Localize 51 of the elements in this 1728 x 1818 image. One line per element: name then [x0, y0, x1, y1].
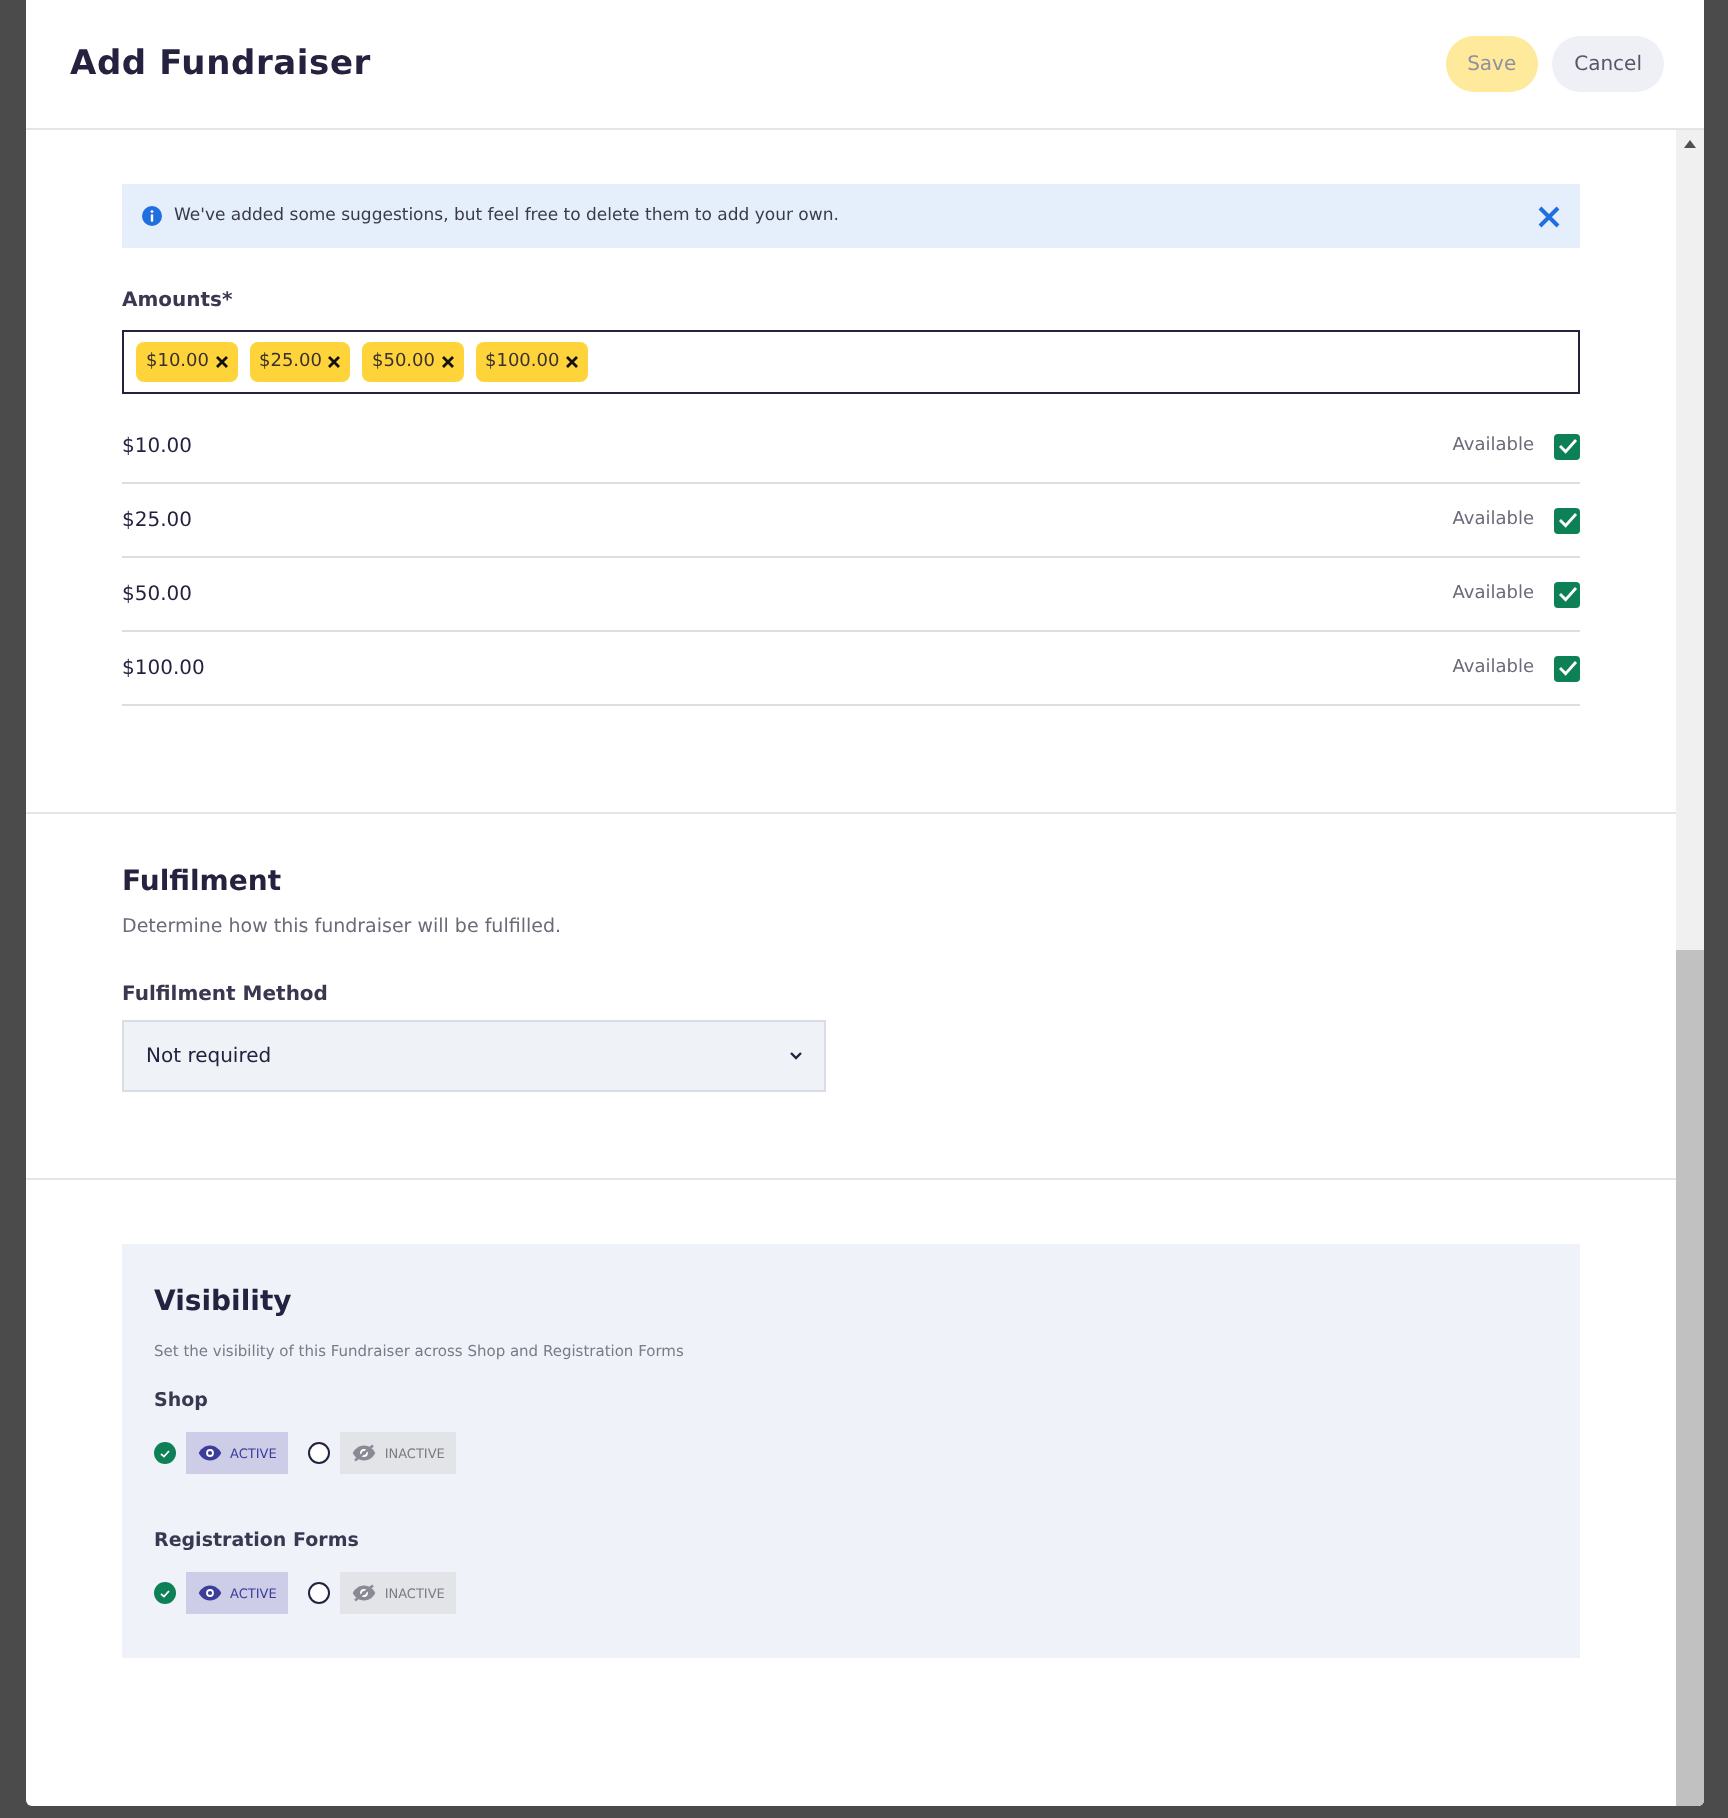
section-description: Determine how this fundraiser will be fulfilled.	[122, 916, 563, 938]
checkbox[interactable]	[1554, 507, 1580, 533]
eye-slash-icon	[352, 1584, 377, 1602]
check-icon	[160, 1589, 170, 1597]
check-icon	[1557, 438, 1577, 454]
close-icon[interactable]	[1538, 205, 1560, 227]
amounts-input-field[interactable]: $10.00 $25.00 $50.00 $100.00	[122, 330, 1580, 394]
radio-button[interactable]	[308, 1582, 331, 1604]
info-icon	[142, 206, 162, 226]
remove-icon[interactable]	[441, 356, 453, 368]
availability-label: Available	[1452, 436, 1534, 456]
dialog-title: Add Fundraiser	[70, 44, 371, 84]
radio-button[interactable]	[308, 1442, 331, 1464]
eye-slash-icon	[352, 1444, 377, 1462]
fulfilment-select[interactable]: Not required	[122, 1020, 826, 1092]
availability-label: Available	[1452, 658, 1534, 678]
checkbox[interactable]	[1554, 655, 1580, 681]
amount-label: $50.00	[122, 583, 194, 605]
amount-tag: $100.00	[475, 342, 588, 382]
check-icon	[1557, 512, 1577, 528]
checkbox[interactable]	[1554, 581, 1580, 607]
eye-icon	[198, 1584, 222, 1602]
field-label: Amounts*	[122, 290, 235, 312]
chevron-icon	[790, 1052, 802, 1060]
scroll-up-icon[interactable]	[1684, 140, 1696, 148]
cancel-button[interactable]: Cancel	[1552, 36, 1664, 92]
info-text: We've added some suggestions, but feel free to delete them to add your own.	[174, 206, 841, 226]
check-icon	[160, 1449, 170, 1457]
section-title: Fulfilment	[122, 866, 284, 898]
radio-button[interactable]	[154, 1442, 176, 1464]
remove-icon[interactable]	[215, 356, 227, 368]
amount-tag: $25.00	[249, 342, 350, 382]
availability-label: Available	[1452, 584, 1534, 604]
group-label: Registration Forms	[154, 1530, 361, 1552]
check-icon	[1557, 660, 1577, 676]
availability-label: Available	[1452, 510, 1534, 530]
amount-tag: $50.00	[362, 342, 463, 382]
scrollbar[interactable]	[1676, 130, 1704, 1806]
amount-label: $100.00	[122, 657, 207, 679]
group-label: Shop	[154, 1390, 210, 1412]
field-label: Fulfilment Method	[122, 984, 330, 1006]
eye-icon	[198, 1444, 222, 1462]
remove-icon[interactable]	[565, 356, 578, 368]
amount-label: $10.00	[122, 435, 194, 457]
section-title: Visibility	[154, 1286, 294, 1318]
amount-label: $25.00	[122, 509, 194, 531]
remove-icon[interactable]	[328, 356, 340, 368]
radio-button[interactable]	[154, 1582, 176, 1604]
amount-tag: $10.00	[136, 342, 237, 382]
check-icon	[1557, 586, 1577, 602]
checkbox[interactable]	[1554, 433, 1580, 459]
